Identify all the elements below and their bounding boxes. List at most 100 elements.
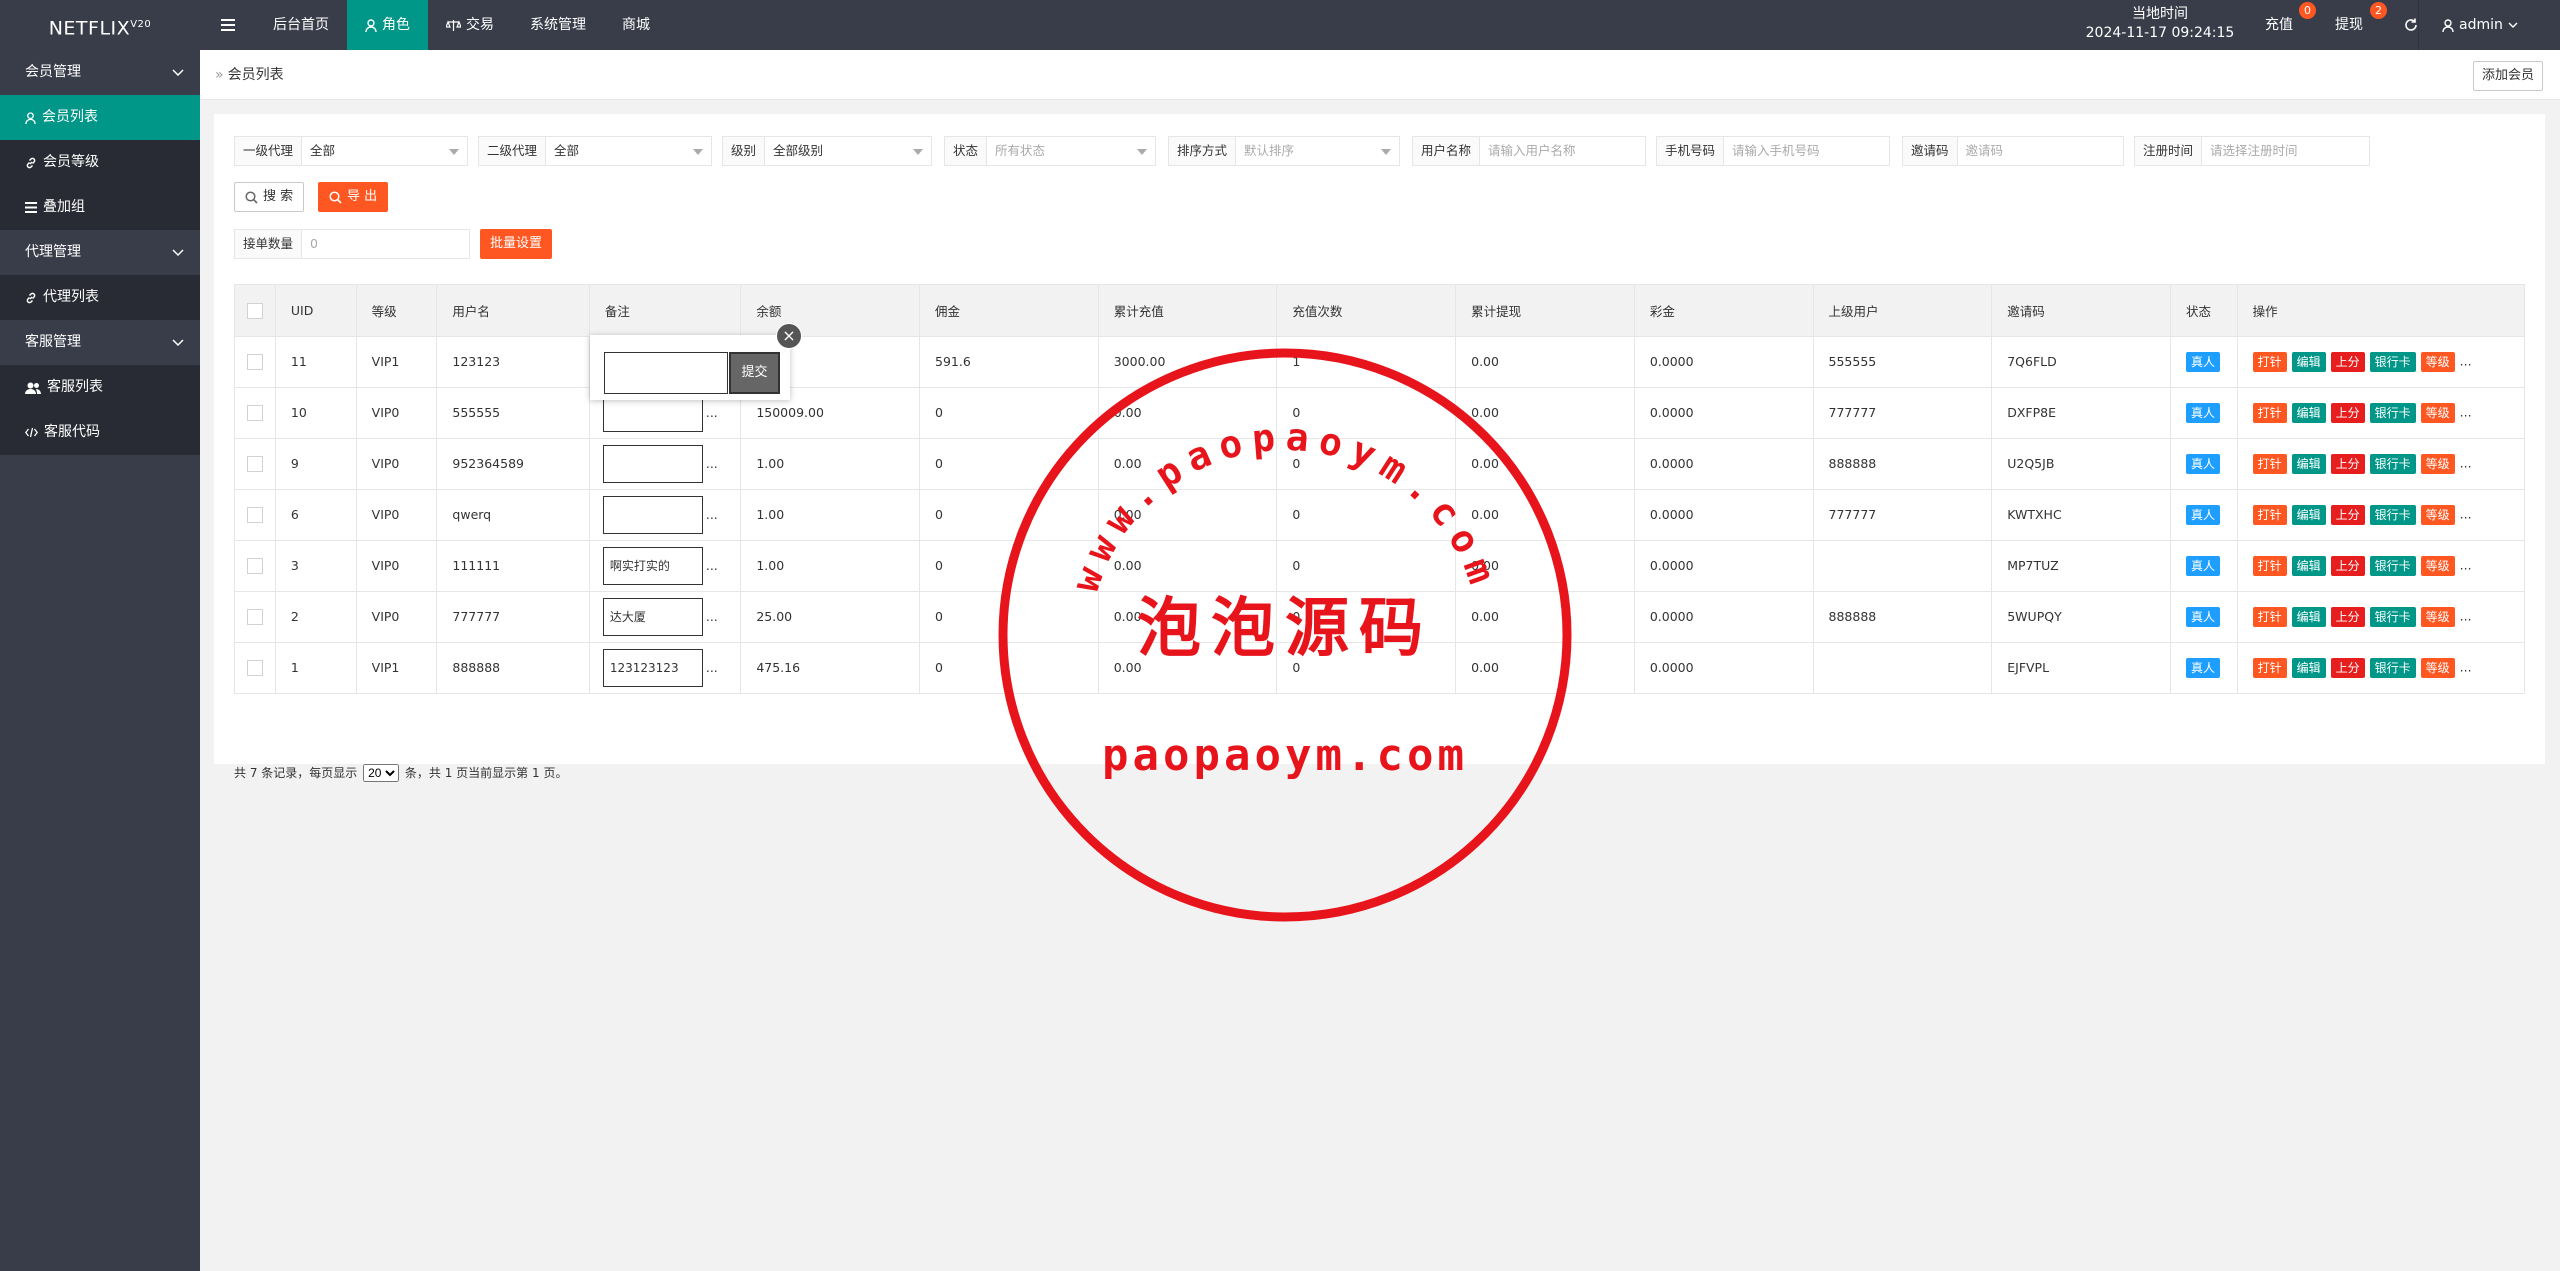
nav-shop[interactable]: 商城	[604, 0, 668, 50]
withdraw-link[interactable]: 提现 2	[2335, 0, 2387, 50]
recharge-link[interactable]: 充值 0	[2265, 0, 2316, 50]
add-points-button[interactable]: 上分	[2330, 555, 2365, 576]
note-input[interactable]	[602, 495, 703, 534]
bank-card-button[interactable]: 银行卡	[2369, 504, 2416, 525]
edit-button[interactable]: 编辑	[2291, 555, 2326, 576]
add-points-button[interactable]: 上分	[2330, 453, 2365, 474]
nav-home[interactable]: 后台首页	[255, 0, 347, 50]
edit-button[interactable]: 编辑	[2291, 504, 2326, 525]
username-input[interactable]: 请输入用户名称	[1480, 137, 1645, 165]
inject-button[interactable]: 打针	[2252, 351, 2287, 372]
filter-phone[interactable]: 手机号码 请输入手机号码	[1656, 136, 1890, 166]
filter-sort[interactable]: 排序方式 默认排序	[1168, 136, 1400, 166]
inject-button[interactable]: 打针	[2252, 606, 2287, 627]
sidebar-group-service[interactable]: 客服管理	[0, 320, 200, 365]
filter-agent1-select[interactable]: 全部	[302, 137, 467, 165]
edit-button[interactable]: 编辑	[2291, 657, 2326, 678]
checkbox[interactable]	[247, 506, 263, 523]
add-points-button[interactable]: 上分	[2330, 504, 2365, 525]
per-page-select[interactable]: 20	[363, 764, 400, 782]
status-badge[interactable]: 真人	[2185, 351, 2220, 372]
level-button[interactable]: 等级	[2420, 351, 2455, 372]
bank-card-button[interactable]: 银行卡	[2369, 402, 2416, 423]
row-checkbox[interactable]	[235, 387, 276, 439]
sidebar-item-service-code[interactable]: 客服代码	[0, 410, 200, 455]
more-actions[interactable]: ...	[2460, 659, 2472, 674]
export-button[interactable]: 导 出	[318, 182, 389, 212]
sidebar-item-member-list[interactable]: 会员列表	[0, 95, 200, 140]
level-button[interactable]: 等级	[2420, 606, 2455, 627]
row-checkbox[interactable]	[235, 591, 276, 643]
close-icon[interactable]: ×	[776, 323, 802, 349]
refresh-icon[interactable]	[2404, 0, 2418, 50]
row-checkbox[interactable]	[235, 336, 276, 388]
edit-button[interactable]: 编辑	[2291, 351, 2326, 372]
status-badge[interactable]: 真人	[2185, 453, 2220, 474]
status-badge[interactable]: 真人	[2185, 555, 2220, 576]
more-actions[interactable]: ...	[2460, 608, 2472, 623]
note-input[interactable]: 达大厦	[602, 597, 703, 636]
more-actions[interactable]: ...	[2460, 557, 2472, 572]
bank-card-button[interactable]: 银行卡	[2369, 606, 2416, 627]
edit-button[interactable]: 编辑	[2291, 606, 2326, 627]
select-all-checkbox[interactable]	[235, 285, 276, 337]
invite-input[interactable]: 邀请码	[1958, 137, 2123, 165]
filter-status[interactable]: 状态 所有状态	[944, 136, 1156, 166]
sidebar-item-service-list[interactable]: 客服列表	[0, 365, 200, 410]
note-submit-button[interactable]: 提交	[729, 352, 780, 394]
nav-role[interactable]: 角色	[347, 0, 428, 50]
sidebar-group-member[interactable]: 会员管理	[0, 50, 200, 95]
row-checkbox[interactable]	[235, 540, 276, 592]
checkbox[interactable]	[247, 455, 263, 472]
add-member-button[interactable]: 添加会员	[2472, 61, 2543, 91]
filter-invite[interactable]: 邀请码 邀请码	[1902, 136, 2124, 166]
inject-button[interactable]: 打针	[2252, 555, 2287, 576]
add-points-button[interactable]: 上分	[2330, 657, 2365, 678]
sidebar-item-agent-list[interactable]: 代理列表	[0, 275, 200, 320]
inject-button[interactable]: 打针	[2252, 657, 2287, 678]
note-input[interactable]: 123123123	[602, 648, 703, 687]
inject-button[interactable]: 打针	[2252, 453, 2287, 474]
filter-level-select[interactable]: 全部级别	[765, 137, 931, 165]
menu-toggle-icon[interactable]	[200, 0, 255, 50]
nav-trade[interactable]: 交易	[428, 0, 512, 50]
user-menu[interactable]: admin	[2442, 0, 2518, 50]
row-checkbox[interactable]	[235, 438, 276, 490]
add-points-button[interactable]: 上分	[2330, 351, 2365, 372]
sidebar-group-agent[interactable]: 代理管理	[0, 230, 200, 275]
checkbox[interactable]	[247, 404, 263, 421]
status-badge[interactable]: 真人	[2185, 657, 2220, 678]
checkbox[interactable]	[247, 557, 263, 574]
search-button[interactable]: 搜 索	[234, 182, 305, 212]
sidebar-item-member-level[interactable]: 会员等级	[0, 140, 200, 185]
more-actions[interactable]: ...	[2460, 506, 2472, 521]
note-popup-input[interactable]	[604, 352, 728, 394]
level-button[interactable]: 等级	[2420, 402, 2455, 423]
regtime-input[interactable]: 请选择注册时间	[2202, 137, 2369, 165]
level-button[interactable]: 等级	[2420, 504, 2455, 525]
filter-agent1[interactable]: 一级代理 全部	[234, 136, 468, 166]
more-actions[interactable]: ...	[2460, 404, 2472, 419]
order-count[interactable]: 接单数量 0	[234, 229, 470, 259]
checkbox[interactable]	[247, 353, 263, 370]
filter-agent2-select[interactable]: 全部	[546, 137, 711, 165]
bank-card-button[interactable]: 银行卡	[2369, 453, 2416, 474]
inject-button[interactable]: 打针	[2252, 504, 2287, 525]
filter-regtime[interactable]: 注册时间 请选择注册时间	[2134, 136, 2370, 166]
sidebar-item-stack-group[interactable]: 叠加组	[0, 185, 200, 230]
note-input[interactable]	[602, 444, 703, 483]
bank-card-button[interactable]: 银行卡	[2369, 657, 2416, 678]
checkbox[interactable]	[247, 659, 263, 676]
more-actions[interactable]: ...	[2460, 353, 2472, 368]
filter-sort-select[interactable]: 默认排序	[1236, 137, 1399, 165]
phone-input[interactable]: 请输入手机号码	[1724, 137, 1889, 165]
row-checkbox[interactable]	[235, 642, 276, 694]
status-badge[interactable]: 真人	[2185, 402, 2220, 423]
edit-button[interactable]: 编辑	[2291, 402, 2326, 423]
filter-status-select[interactable]: 所有状态	[987, 137, 1155, 165]
status-badge[interactable]: 真人	[2185, 606, 2220, 627]
checkbox[interactable]	[247, 302, 263, 319]
filter-level[interactable]: 级别 全部级别	[722, 136, 932, 166]
bank-card-button[interactable]: 银行卡	[2369, 555, 2416, 576]
level-button[interactable]: 等级	[2420, 555, 2455, 576]
